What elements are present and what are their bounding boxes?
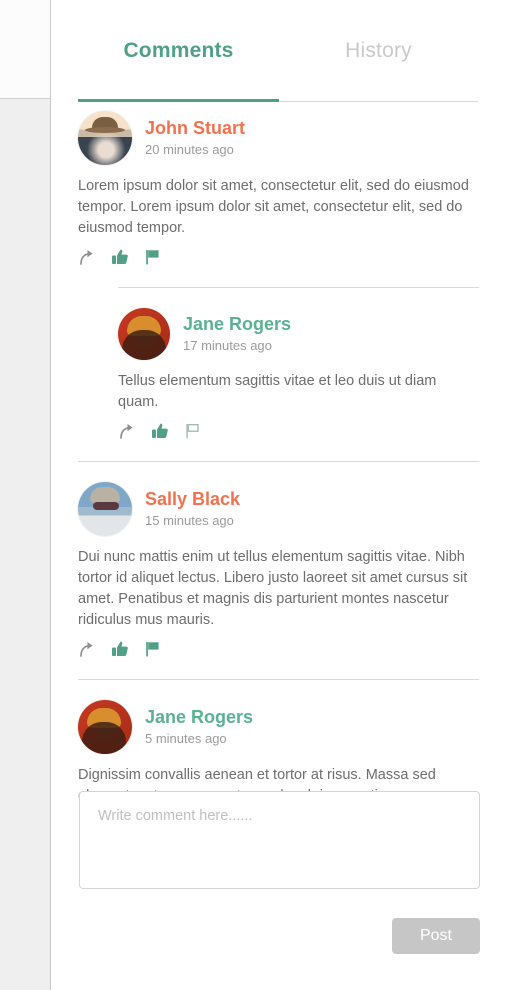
thumbs-up-icon[interactable] xyxy=(151,422,169,440)
comment-author: John Stuart xyxy=(145,118,246,138)
comment-divider xyxy=(78,461,479,462)
reply-icon[interactable] xyxy=(118,422,136,440)
thumbs-up-icon[interactable] xyxy=(111,248,129,266)
comment-author: Sally Black xyxy=(145,489,241,509)
comment-identity: John Stuart 20 minutes ago xyxy=(145,117,245,159)
left-rail xyxy=(0,0,51,990)
comment-author: Jane Rogers xyxy=(183,314,292,334)
comment-header: Sally Black 15 minutes ago xyxy=(78,481,479,537)
comment-timestamp: 17 minutes ago xyxy=(183,338,272,353)
comment-text: Dui nunc mattis enim ut tellus elementum… xyxy=(78,549,468,628)
avatar xyxy=(118,308,170,360)
tab-active-indicator xyxy=(78,99,279,102)
flag-icon[interactable] xyxy=(144,640,162,658)
reply-icon[interactable] xyxy=(78,640,96,658)
comment-actions xyxy=(78,246,479,268)
flag-outline-icon[interactable] xyxy=(184,422,202,440)
comment-composer: Post xyxy=(79,791,480,954)
comment-actions xyxy=(78,638,479,660)
comment-timestamp: 20 minutes ago xyxy=(145,142,234,157)
comment-item: John Stuart 20 minutes ago Lorem ipsum d… xyxy=(78,110,479,288)
avatar xyxy=(78,700,132,754)
reply-icon[interactable] xyxy=(78,248,96,266)
left-rail-top-block xyxy=(0,0,50,98)
comment-item: Jane Rogers 17 minutes ago Tellus elemen… xyxy=(118,307,479,442)
comment-identity: Sally Black 15 minutes ago xyxy=(145,488,240,530)
comment-timestamp: 5 minutes ago xyxy=(145,731,227,746)
avatar xyxy=(78,111,132,165)
main-panel: Comments History John Stuart 20 minutes … xyxy=(51,0,505,990)
flag-icon[interactable] xyxy=(144,248,162,266)
comment-text: Tellus elementum sagittis vitae et leo d… xyxy=(118,373,437,410)
tab-bar: Comments History xyxy=(78,24,478,102)
comment-timestamp: 15 minutes ago xyxy=(145,513,234,528)
tab-history[interactable]: History xyxy=(279,24,478,78)
comment-identity: Jane Rogers 5 minutes ago xyxy=(145,706,253,748)
comment-thread: John Stuart 20 minutes ago Lorem ipsum d… xyxy=(78,110,479,836)
comment-header: Jane Rogers 5 minutes ago xyxy=(78,699,479,755)
comment-actions xyxy=(118,420,479,442)
comment-author: Jane Rogers xyxy=(145,707,254,727)
left-rail-bottom-block xyxy=(0,99,50,990)
comment-item: Sally Black 15 minutes ago Dui nunc matt… xyxy=(78,481,479,680)
post-button[interactable]: Post xyxy=(392,918,480,954)
comment-divider xyxy=(118,287,479,288)
comment-header: Jane Rogers 17 minutes ago xyxy=(118,307,479,361)
comment-divider xyxy=(78,679,479,680)
comment-identity: Jane Rogers 17 minutes ago xyxy=(183,313,291,355)
comment-header: John Stuart 20 minutes ago xyxy=(78,110,479,166)
comment-text: Lorem ipsum dolor sit amet, consectetur … xyxy=(78,178,469,236)
tab-comments[interactable]: Comments xyxy=(78,24,279,78)
post-row: Post xyxy=(79,918,480,954)
avatar xyxy=(78,482,132,536)
comments-panel-screen: Comments History John Stuart 20 minutes … xyxy=(0,0,505,990)
thumbs-up-icon[interactable] xyxy=(111,640,129,658)
comment-input[interactable] xyxy=(79,791,480,889)
